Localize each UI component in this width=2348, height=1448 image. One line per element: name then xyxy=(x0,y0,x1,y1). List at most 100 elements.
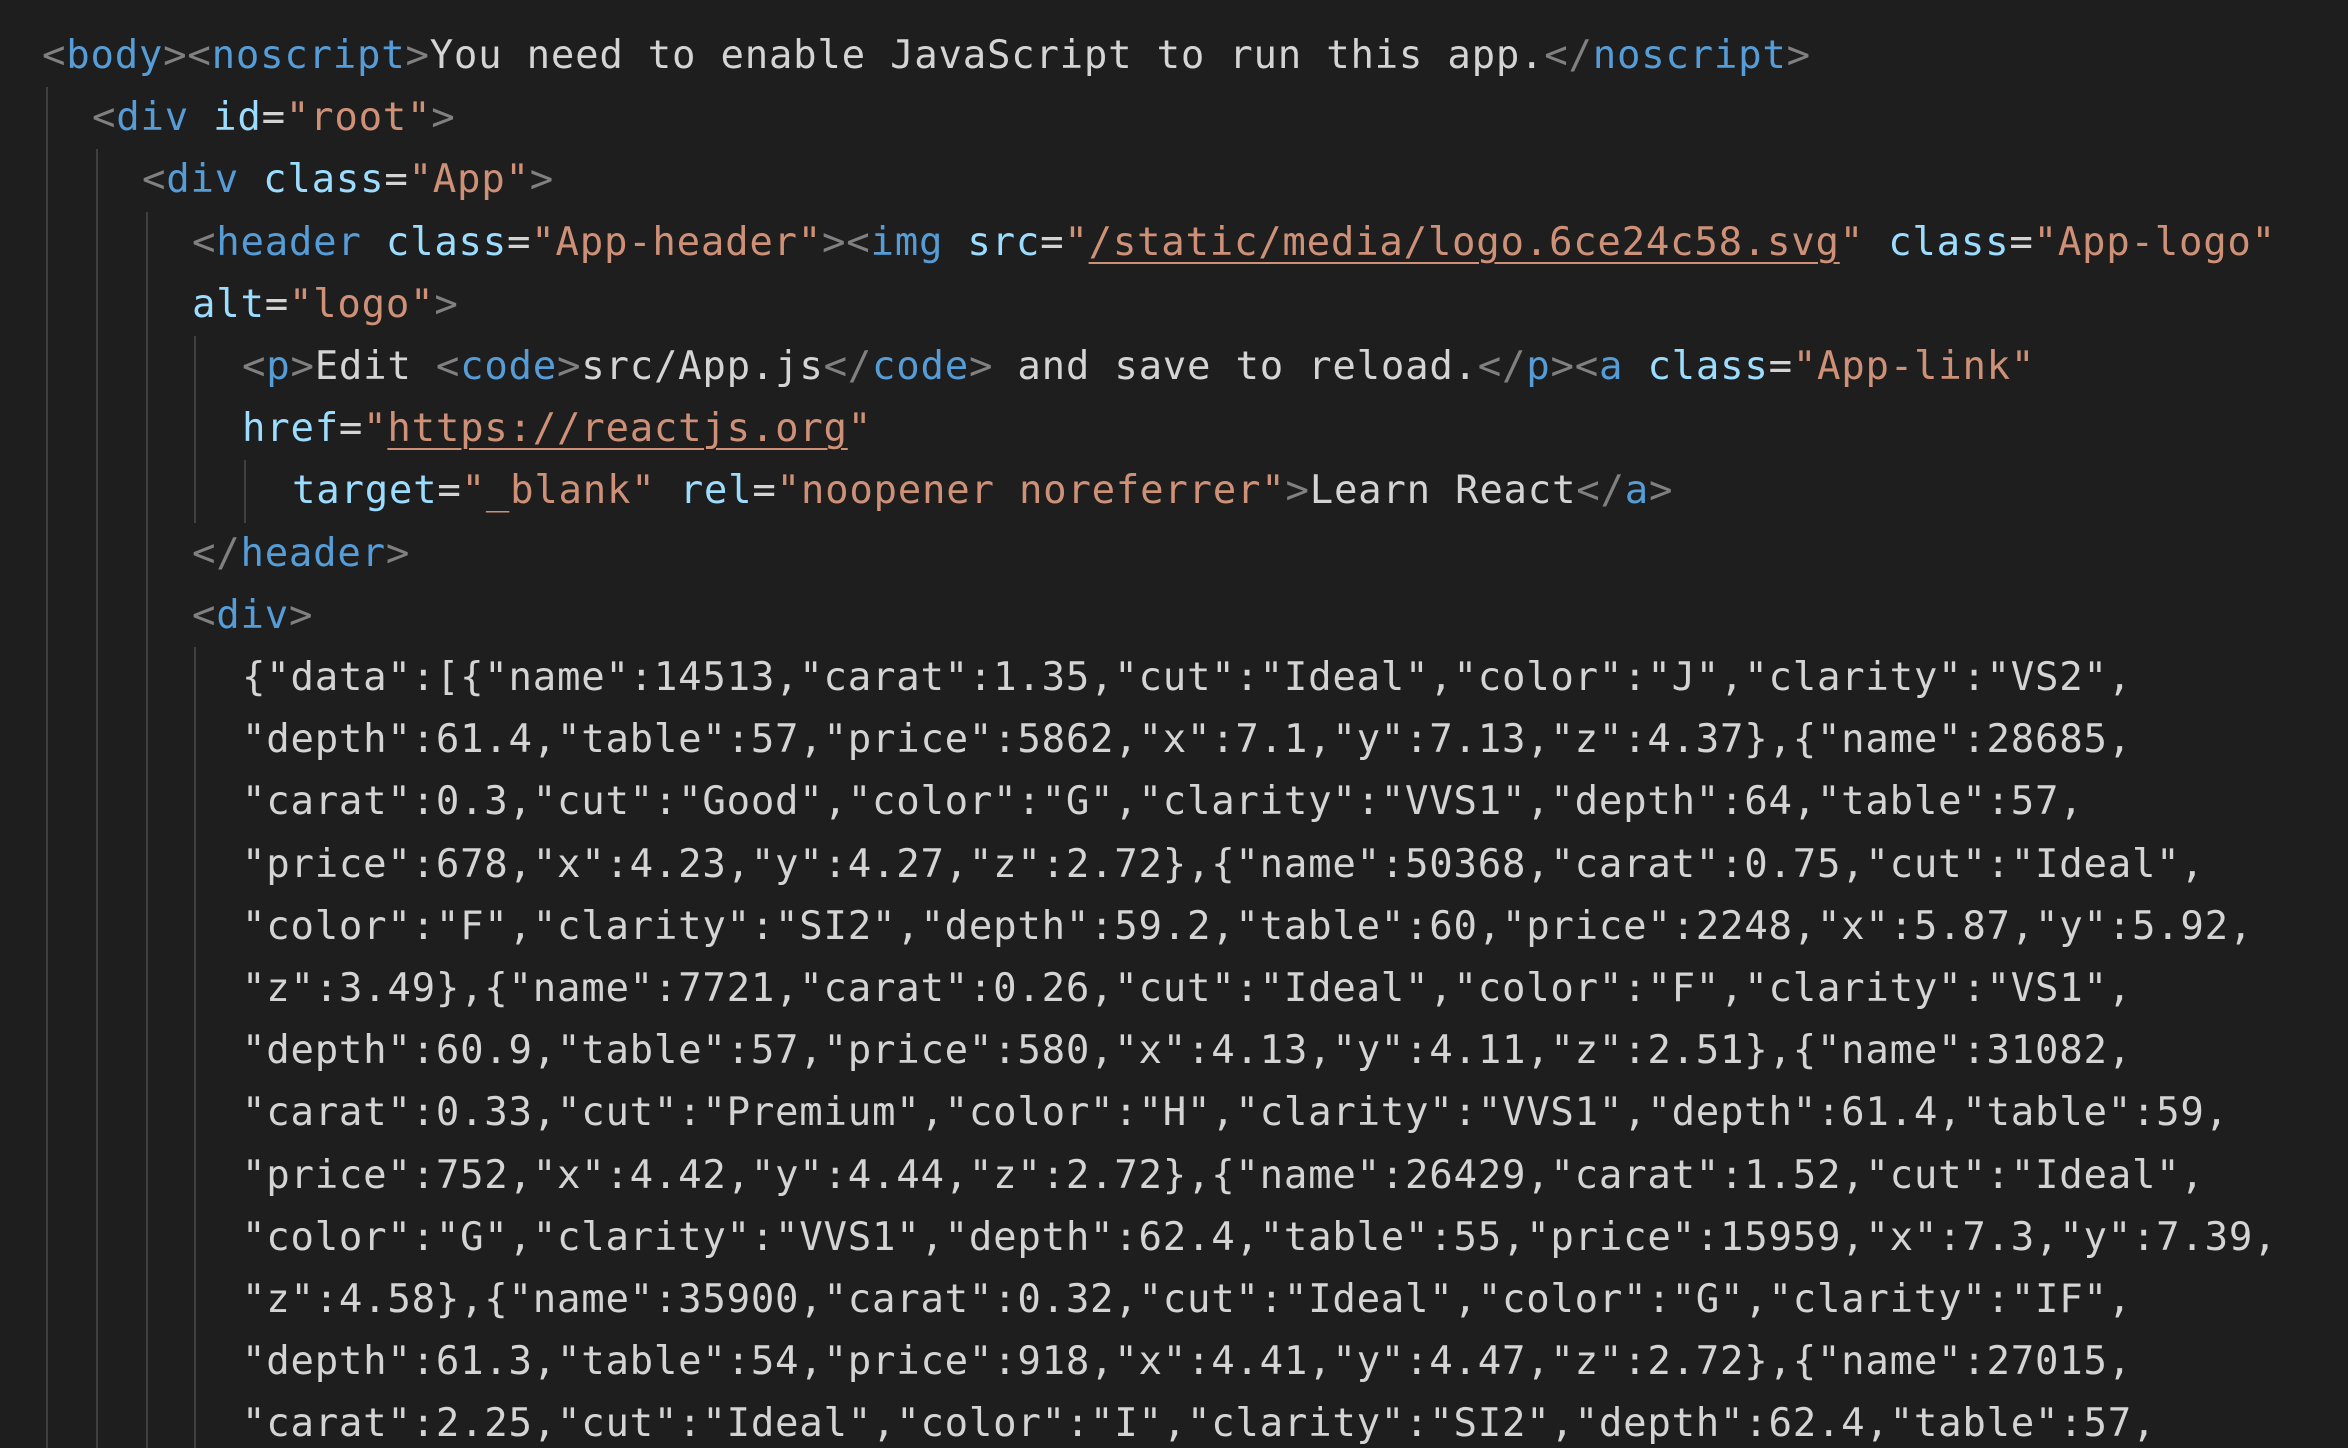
indent-guide xyxy=(194,336,196,523)
code-token: noscript xyxy=(211,33,406,78)
code-token: > xyxy=(822,219,847,265)
code-token: target xyxy=(292,468,438,514)
code-token: = xyxy=(261,95,286,141)
code-token: Edit xyxy=(314,344,436,389)
code-token: > xyxy=(434,281,459,327)
code-token: Learn React xyxy=(1309,468,1577,514)
code-token: div xyxy=(116,95,189,141)
code-link[interactable]: https://reactjs.org xyxy=(387,406,847,451)
code-token: > xyxy=(288,592,314,638)
code-token: "App" xyxy=(408,157,530,203)
code-token: "z":3.49},{"name":7721,"carat":0.26,"cut… xyxy=(242,966,2132,1011)
code-token: "carat":2.25,"cut":"Ideal","color":"I","… xyxy=(242,1401,2157,1447)
indent-guide xyxy=(244,460,246,523)
indent-guide xyxy=(46,87,48,1448)
code-token: </ xyxy=(1576,468,1625,514)
code-token: You need to enable JavaScript to run thi… xyxy=(429,33,1545,78)
code-token: < xyxy=(192,592,217,638)
code-token: > xyxy=(557,344,582,389)
code-token: = xyxy=(752,468,777,514)
code-token: > xyxy=(529,157,554,203)
indent-guide xyxy=(194,647,196,1448)
code-token: </ xyxy=(1477,344,1527,389)
code-token: > xyxy=(385,530,411,576)
code-token: < xyxy=(192,219,217,265)
code-token: > xyxy=(1550,344,1575,389)
code-line: "z":3.49},{"name":7721,"carat":0.26,"cut… xyxy=(242,958,2132,1020)
code-token: div xyxy=(166,157,239,203)
code-token: > xyxy=(290,344,315,389)
code-token: src xyxy=(967,219,1041,265)
code-line: <div class="App"> xyxy=(142,149,554,211)
code-token: "z":4.58},{"name":35900,"carat":0.32,"cu… xyxy=(242,1277,2132,1322)
code-line: "color":"F","clarity":"SI2","depth":59.2… xyxy=(242,896,2253,958)
code-line: <header class="App-header"><img src="/st… xyxy=(192,212,2276,274)
code-line: {"data":[{"name":14513,"carat":1.35,"cut… xyxy=(242,647,2132,709)
code-link[interactable]: /static/media/logo.6ce24c58.svg xyxy=(1089,220,1840,265)
code-token: " xyxy=(363,406,388,452)
code-line: <div> xyxy=(192,585,313,647)
code-editor[interactable]: <body><noscript>You need to enable JavaS… xyxy=(0,0,2348,1448)
code-token: "App-link" xyxy=(1792,344,2036,389)
code-token: body xyxy=(66,33,164,78)
code-token: noscript xyxy=(1592,33,1787,78)
code-line: href="https://reactjs.org" xyxy=(242,398,872,460)
code-token: < xyxy=(242,344,267,389)
code-token: code xyxy=(872,344,969,389)
code-token: = xyxy=(264,281,289,327)
code-line: "depth":61.4,"table":57,"price":5862,"x"… xyxy=(242,709,2132,771)
code-token: a xyxy=(1598,344,1624,389)
code-token: "App-header" xyxy=(531,219,823,265)
code-line: <body><noscript>You need to enable JavaS… xyxy=(42,25,1811,87)
indent-guide xyxy=(96,149,98,1448)
code-token: = xyxy=(384,157,409,203)
code-token: "root" xyxy=(285,95,432,141)
code-token: < xyxy=(187,33,212,78)
code-line: "price":678,"x":4.23,"y":4.27,"z":2.72},… xyxy=(242,834,2205,896)
code-token: </ xyxy=(823,344,873,389)
code-token: src/App.js xyxy=(581,344,824,389)
code-token: > xyxy=(163,33,188,78)
code-token: p xyxy=(266,344,291,389)
code-line: alt="logo"> xyxy=(192,274,459,336)
code-token: </ xyxy=(1544,33,1593,78)
code-token: "carat":0.33,"cut":"Premium","color":"H"… xyxy=(242,1090,2229,1136)
code-line: "carat":0.33,"cut":"Premium","color":"H"… xyxy=(242,1082,2229,1144)
code-token: "price":752,"x":4.42,"y":4.44,"z":2.72},… xyxy=(242,1152,2205,1198)
code-token: "price":678,"x":4.23,"y":4.27,"z":2.72},… xyxy=(242,841,2205,887)
code-token: < xyxy=(42,33,67,78)
code-token: div xyxy=(216,592,289,638)
code-token: "depth":61.4,"table":57,"price":5862,"x"… xyxy=(242,717,2132,763)
code-token: "color":"F","clarity":"SI2","depth":59.2… xyxy=(242,903,2254,949)
code-line: <div id="root"> xyxy=(92,87,456,149)
code-token: > xyxy=(968,344,994,389)
code-token: "App-logo" xyxy=(2033,219,2276,265)
code-token: = xyxy=(1040,219,1065,265)
code-token: = xyxy=(338,406,364,452)
code-line: "price":752,"x":4.42,"y":4.44,"z":2.72},… xyxy=(242,1145,2205,1207)
code-line: target="_blank" rel="noopener noreferrer… xyxy=(292,460,1673,522)
code-token: "depth":61.3,"table":54,"price":918,"x":… xyxy=(242,1339,2132,1385)
code-line: "z":4.58},{"name":35900,"carat":0.32,"cu… xyxy=(242,1269,2132,1331)
code-token: class xyxy=(1647,344,1769,389)
code-token: href xyxy=(242,406,339,452)
code-token: = xyxy=(2009,219,2034,265)
code-token: header xyxy=(216,219,362,265)
code-token: " xyxy=(847,406,872,452)
indent-guide xyxy=(146,211,148,1448)
code-line: "carat":2.25,"cut":"Ideal","color":"I","… xyxy=(242,1393,2156,1448)
code-token: > xyxy=(405,33,430,78)
code-token: < xyxy=(435,344,461,389)
code-token: = xyxy=(437,468,462,514)
code-token: "color":"G","clarity":"VVS1","depth":62.… xyxy=(242,1214,2278,1260)
code-token: < xyxy=(92,95,117,141)
code-token: img xyxy=(870,219,944,265)
code-token: "carat":0.3,"cut":"Good","color":"G","cl… xyxy=(242,779,2084,825)
code-token: alt xyxy=(192,281,265,327)
